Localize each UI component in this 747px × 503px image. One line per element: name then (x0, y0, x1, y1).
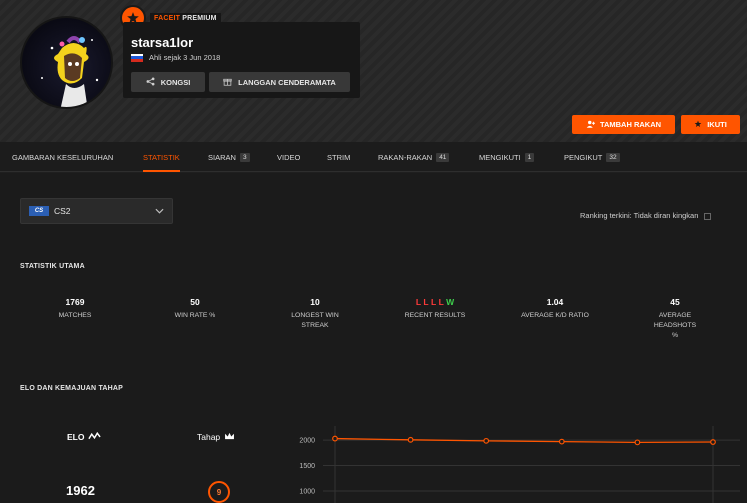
stat-label: RECENT RESULTS (404, 312, 466, 319)
tab-overview[interactable]: GAMBARAN KESELURUHAN (12, 142, 113, 172)
tab-count: 3 (239, 152, 250, 162)
elo-point (634, 439, 641, 446)
tab-streams[interactable]: STRIM (327, 142, 350, 172)
chevron-down-icon (155, 206, 164, 216)
y-tick-label: 2000 (299, 438, 315, 445)
result-mark: L (415, 297, 422, 307)
tab-label: PENGIKUT (564, 152, 603, 162)
game-select[interactable]: CS CS2 (20, 198, 173, 224)
tab-followers[interactable]: PENGIKUT 32 (564, 142, 620, 172)
ranking-text: Ranking terkini: Tidak diran kingkan (580, 211, 699, 220)
level-badge: 9 (208, 481, 230, 503)
share-button[interactable]: KONGSI (131, 72, 205, 92)
result-mark: W (446, 297, 455, 307)
share-label: KONGSI (160, 77, 191, 87)
tab-label: SIARAN (208, 152, 236, 162)
stat-value: 1.04 (546, 297, 564, 307)
tab-label: MENGIKUTI (479, 152, 521, 162)
stat-value: 45 (670, 297, 680, 307)
stat-recent-results: LLLLW RECENT RESULTS (380, 297, 490, 321)
share-icon (146, 77, 155, 88)
stat-longest-streak: 10 LONGEST WIN STREAK (260, 297, 370, 331)
elo-value: 1962 (66, 483, 95, 498)
stat-value: 10 (310, 297, 320, 307)
tab-label: GAMBARAN KESELURUHAN (12, 152, 114, 162)
elo-point (483, 437, 490, 444)
tab-following[interactable]: MENGIKUTI 1 (479, 142, 535, 172)
tab-video[interactable]: VIDEO (277, 142, 300, 172)
crown-icon (224, 432, 235, 442)
stat-win-rate: 50 WIN RATE % (140, 297, 250, 321)
gift-label: LANGGAN CENDERAMATA (238, 77, 336, 87)
recent-results: LLLLW (380, 297, 490, 309)
elo-section-title: ELO DAN KEMAJUAN TAHAP (20, 385, 124, 392)
member-since-row: Ahli sejak 3 Jun 2018 (131, 53, 220, 62)
tab-broadcasts[interactable]: SIARAN 3 (208, 142, 250, 172)
trend-icon (88, 431, 102, 442)
profile-tabs: GAMBARAN KESELURUHAN STATISTIK SIARAN 3 … (0, 142, 747, 172)
result-mark: L (438, 297, 444, 307)
stat-value: 1769 (65, 297, 85, 307)
avatar-illustration (41, 36, 99, 107)
add-friend-button[interactable]: TAMBAH RAKAN (572, 115, 675, 134)
tab-count: 41 (436, 152, 450, 162)
game-name: CS2 (54, 206, 71, 216)
username: starsa1lor (131, 35, 194, 50)
follow-button[interactable]: IKUTI (681, 115, 740, 134)
russia-flag-icon (131, 53, 143, 62)
elo-point (710, 439, 716, 445)
elo-point (558, 438, 565, 445)
follow-label: IKUTI (707, 120, 727, 129)
stat-label: AVERAGE HEADSHOTS % (653, 312, 697, 339)
stat-label: WIN RATE % (174, 312, 216, 319)
stat-label: MATCHES (58, 312, 92, 319)
stat-label: AVERAGE K/D RATIO (521, 312, 589, 319)
avatar[interactable] (20, 16, 113, 109)
stat-kd-ratio: 1.04 AVERAGE K/D RATIO (500, 297, 610, 321)
elo-point (332, 435, 338, 442)
result-mark: L (430, 297, 437, 307)
tab-count: 1 (524, 152, 535, 162)
premium-brand: FACEIT (154, 14, 181, 22)
stat-matches: 1769 MATCHES (20, 297, 130, 321)
elo-chart: 1000 1500 2000 (299, 426, 740, 503)
y-tick-label: 1500 (299, 463, 315, 470)
stat-headshots: 45 AVERAGE HEADSHOTS % (620, 297, 730, 341)
add-user-icon (586, 120, 595, 130)
tab-label: STRIM (327, 152, 351, 162)
elo-point (407, 436, 414, 443)
star-icon (694, 120, 702, 130)
y-tick-label: 1000 (299, 489, 315, 496)
premium-tier: PREMIUM (182, 14, 217, 22)
level-label: Tahap (197, 432, 235, 442)
gift-icon (223, 77, 232, 88)
member-since: Ahli sejak 3 Jun 2018 (149, 53, 221, 62)
result-mark: L (423, 297, 429, 307)
add-friend-label: TAMBAH RAKAN (599, 120, 662, 129)
ranking-info-icon[interactable] (704, 212, 712, 220)
cs-logo: CS (29, 206, 49, 216)
tab-statistics[interactable]: STATISTIK (143, 142, 180, 172)
tab-label: RAKAN-RAKAN (378, 152, 433, 162)
elo-label-text: ELO (67, 432, 85, 442)
tab-label: STATISTIK (143, 152, 180, 162)
tab-label: VIDEO (277, 152, 301, 162)
stat-value: 50 (190, 297, 200, 307)
gift-subscription-button[interactable]: LANGGAN CENDERAMATA (209, 72, 350, 92)
stat-label: LONGEST WIN STREAK (291, 312, 339, 329)
ranking-status: Ranking terkini: Tidak diran kingkan (580, 211, 712, 220)
tab-count: 32 (606, 152, 620, 162)
level-label-text: Tahap (197, 432, 221, 442)
tab-friends[interactable]: RAKAN-RAKAN 41 (378, 142, 450, 172)
main-stats-title: STATISTIK UTAMA (20, 263, 85, 270)
elo-label: ELO (67, 431, 102, 442)
